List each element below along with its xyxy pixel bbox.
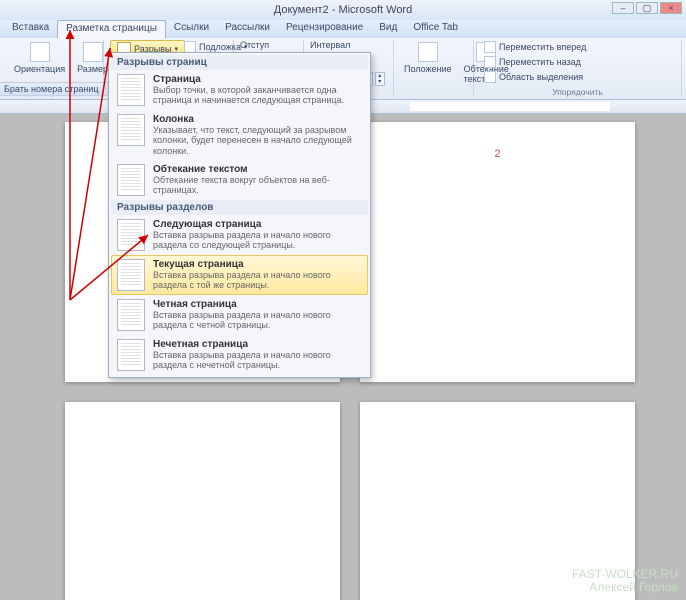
dropdown-section-page-breaks: Разрывы страниц [111, 55, 368, 70]
send-backward-icon [484, 56, 496, 68]
breaks-dropdown-menu: Разрывы страниц СтраницаВыбор точки, в к… [108, 52, 371, 378]
page-size-icon [83, 42, 103, 62]
ribbon-tabs: Вставка Разметка страницы Ссылки Рассылк… [0, 20, 686, 38]
titlebar: Документ2 - Microsoft Word – ▢ × [0, 0, 686, 20]
odd-page-icon [117, 339, 145, 371]
close-button[interactable]: × [660, 2, 682, 14]
page-3[interactable]: 3 [65, 402, 340, 600]
break-page-item[interactable]: СтраницаВыбор точки, в которой заканчива… [111, 70, 368, 110]
position-icon [418, 42, 438, 62]
page-break-icon [117, 74, 145, 106]
tab-review[interactable]: Рецензирование [278, 20, 371, 38]
section-next-page-item[interactable]: Следующая страницаВставка разрыва раздел… [111, 215, 368, 255]
bring-forward-button[interactable]: Переместить вперед [480, 40, 590, 54]
orientation-button[interactable]: Ориентация [10, 40, 69, 76]
selection-pane-icon [484, 71, 496, 83]
next-page-icon [117, 219, 145, 251]
section-even-page-item[interactable]: Четная страницаВставка разрыва раздела и… [111, 295, 368, 335]
position-button[interactable]: Положение [400, 40, 456, 76]
spacing-after-stepper[interactable]: ▴▾ [375, 72, 385, 86]
watermark: FAST-WOLKER.RU Алексей Горлов [572, 568, 678, 594]
indent-label: Отступ [240, 40, 269, 50]
text-wrap-break-icon [117, 164, 145, 196]
send-backward-button[interactable]: Переместить назад [480, 55, 585, 69]
spacing-label: Интервал [310, 40, 350, 50]
selection-pane-button[interactable]: Область выделения [480, 70, 587, 84]
maximize-button[interactable]: ▢ [636, 2, 658, 14]
tab-mailings[interactable]: Рассылки [217, 20, 278, 38]
tab-references[interactable]: Ссылки [166, 20, 217, 38]
tab-office-tab[interactable]: Office Tab [405, 20, 466, 38]
orientation-icon [30, 42, 50, 62]
tab-view[interactable]: Вид [371, 20, 405, 38]
minimize-button[interactable]: – [612, 2, 634, 14]
window-title: Документ2 - Microsoft Word [274, 4, 412, 16]
column-break-icon [117, 114, 145, 146]
page-2[interactable]: 2 [360, 122, 635, 382]
section-odd-page-item[interactable]: Нечетная страницаВставка разрыва раздела… [111, 335, 368, 375]
page-number: 2 [494, 148, 500, 160]
break-text-wrapping-item[interactable]: Обтекание текстомОбтекание текста вокруг… [111, 160, 368, 200]
section-continuous-item[interactable]: Текущая страницаВставка разрыва раздела … [111, 255, 368, 295]
tab-insert[interactable]: Вставка [4, 20, 57, 38]
bring-forward-icon [484, 41, 496, 53]
break-column-item[interactable]: КолонкаУказывает, что текст, следующий з… [111, 110, 368, 160]
dropdown-section-section-breaks: Разрывы разделов [111, 200, 368, 215]
continuous-icon [117, 259, 145, 291]
tab-page-layout[interactable]: Разметка страницы [57, 20, 166, 38]
even-page-icon [117, 299, 145, 331]
